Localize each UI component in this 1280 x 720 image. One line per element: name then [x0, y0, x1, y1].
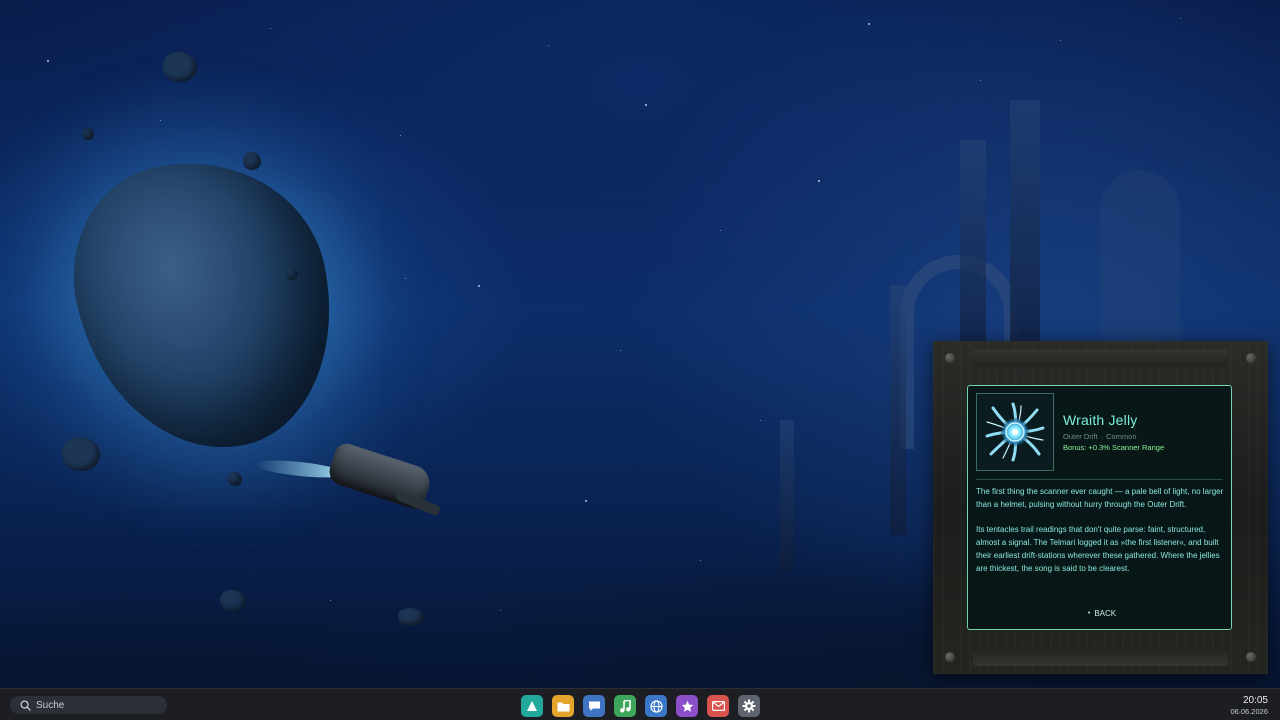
clock-time: 20:05 [1242, 695, 1268, 706]
codex-window: Wraith Jelly Outer Drift · Common Bonus: +… [933, 341, 1268, 674]
asteroid [52, 137, 358, 473]
browser-app-button[interactable] [645, 695, 667, 717]
creature-portrait [976, 393, 1054, 471]
rock [62, 437, 100, 471]
panel-divider [976, 479, 1223, 480]
mail-app-button[interactable] [707, 695, 729, 717]
maps-app-button[interactable] [521, 695, 543, 717]
globe-icon [649, 699, 663, 713]
rock [286, 268, 298, 280]
clock-date: 06.06.2026 [1230, 707, 1268, 716]
triangle-icon [527, 701, 537, 711]
messages-app-button[interactable] [583, 695, 605, 717]
app-dock [521, 695, 760, 717]
bolt-icon [1246, 353, 1256, 363]
bullet-icon: • [1087, 609, 1091, 617]
rock [228, 472, 242, 486]
bolt-icon [1246, 652, 1256, 662]
settings-app-button[interactable] [738, 695, 760, 717]
ruin-dome [1100, 170, 1180, 345]
creature-detail-panel: Wraith Jelly Outer Drift · Common Bonus: +… [967, 385, 1232, 630]
ruin-pillar [890, 285, 906, 535]
frame-top-bar [973, 349, 1228, 367]
gear-icon [742, 699, 756, 713]
system-clock[interactable]: 20:05 06.06.2026 [1230, 695, 1268, 716]
mail-icon [711, 701, 725, 711]
back-button[interactable]: • BACK [1071, 603, 1133, 623]
bolt-icon [945, 353, 955, 363]
chat-icon [588, 701, 600, 711]
music-app-button[interactable] [614, 695, 636, 717]
favorites-app-button[interactable] [676, 695, 698, 717]
ruin-pillar [1010, 100, 1040, 350]
search-box[interactable] [10, 696, 167, 714]
search-input[interactable] [36, 699, 156, 711]
folder-icon [557, 702, 569, 711]
creature-description: The first thing the scanner ever caught … [976, 485, 1228, 587]
files-app-button[interactable] [552, 695, 574, 717]
creature-meta: Outer Drift · Common [1063, 432, 1137, 441]
creature-region: Outer Drift [1063, 432, 1098, 441]
creature-name: Wraith Jelly [1063, 412, 1138, 428]
search-icon [20, 699, 31, 711]
creature-bonus: Bonus: +0.3% Scanner Range [1063, 443, 1165, 452]
description-paragraph: Its tentacles trail readings that don't … [976, 525, 1220, 573]
music-note-icon [620, 699, 631, 712]
creature-rarity: Common [1106, 432, 1137, 441]
star-icon [681, 700, 693, 712]
rock [163, 52, 197, 82]
meta-separator: · [1100, 432, 1104, 441]
frame-bottom-bar [973, 648, 1228, 666]
taskbar: 20:05 06.06.2026 [0, 688, 1280, 720]
rock [243, 152, 261, 170]
rock [82, 128, 94, 140]
back-button-label: BACK [1094, 608, 1117, 618]
description-paragraph: The first thing the scanner ever caught … [976, 487, 1224, 509]
jellyfish-icon [985, 402, 1045, 462]
bolt-icon [945, 652, 955, 662]
desktop-wallpaper: Wraith Jelly Outer Drift · Common Bonus: +… [0, 0, 1280, 688]
